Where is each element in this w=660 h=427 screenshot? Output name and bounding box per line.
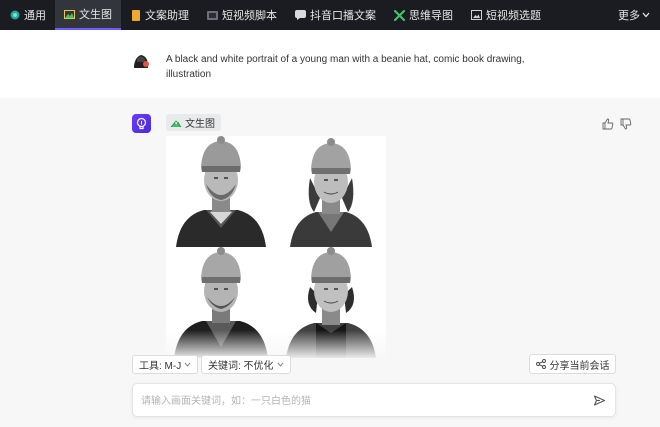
- send-icon[interactable]: [593, 394, 606, 407]
- chat-icon: [295, 10, 306, 21]
- tab-general[interactable]: 通用: [0, 0, 55, 30]
- tool-select-label: 工具: M-J: [139, 361, 182, 372]
- note-icon: [130, 9, 141, 21]
- tab-label: 文生图: [79, 9, 112, 21]
- tab-mind-map[interactable]: 思维导图: [385, 0, 462, 30]
- generated-image[interactable]: [166, 136, 386, 358]
- prompt-input-box: [132, 383, 616, 417]
- tab-label: 抖音口播文案: [310, 10, 376, 22]
- tab-video-topics[interactable]: 短视频选题: [462, 0, 550, 30]
- tab-text-to-image[interactable]: 文生图: [55, 0, 121, 30]
- lightbulb-icon: [136, 117, 147, 130]
- thumbs-down-icon[interactable]: [620, 117, 632, 130]
- tab-label: 文案助理: [145, 10, 189, 22]
- image-icon: [64, 9, 75, 20]
- more-label: 更多: [618, 10, 640, 22]
- tab-label: 通用: [24, 10, 46, 22]
- mindmap-icon: [394, 9, 405, 21]
- film-icon: [207, 10, 218, 21]
- mode-tag: 文生图: [166, 114, 221, 131]
- share-label: 分享当前会话: [549, 360, 610, 372]
- chevron-down-icon: [642, 12, 650, 18]
- picture-icon: [471, 10, 482, 21]
- tab-label: 思维导图: [409, 10, 453, 22]
- image-icon: [170, 117, 182, 129]
- thumbs-up-icon[interactable]: [602, 117, 614, 130]
- keyword-select[interactable]: 关键词: 不优化: [201, 355, 291, 374]
- chevron-down-icon: [277, 360, 284, 369]
- globe-dot-icon: [9, 10, 20, 21]
- share-icon: [535, 359, 546, 369]
- top-nav: 通用 文生图 文案助理 短视频脚本 抖音口播文案 思维导图 短视频选题 更多: [0, 0, 660, 30]
- portrait-2: [276, 136, 386, 247]
- tab-copywriting[interactable]: 文案助理: [121, 0, 198, 30]
- tool-select[interactable]: 工具: M-J: [132, 355, 199, 374]
- user-message: A black and white portrait of a young ma…: [0, 30, 660, 98]
- chevron-down-icon: [184, 360, 191, 369]
- user-message-text: A black and white portrait of a young ma…: [166, 54, 525, 80]
- prompt-input[interactable]: [141, 392, 571, 410]
- user-avatar: [132, 50, 150, 68]
- more-menu[interactable]: 更多: [609, 0, 660, 30]
- keyword-select-label: 关键词: 不优化: [208, 361, 274, 372]
- tab-label: 短视频选题: [486, 10, 541, 22]
- tab-video-script[interactable]: 短视频脚本: [198, 0, 286, 30]
- bot-avatar: [132, 114, 151, 133]
- tab-douyin-script[interactable]: 抖音口播文案: [286, 0, 385, 30]
- tab-label: 短视频脚本: [222, 10, 277, 22]
- mode-tag-label: 文生图: [185, 119, 215, 130]
- portrait-1: [166, 136, 276, 247]
- share-session-button[interactable]: 分享当前会话: [529, 354, 616, 374]
